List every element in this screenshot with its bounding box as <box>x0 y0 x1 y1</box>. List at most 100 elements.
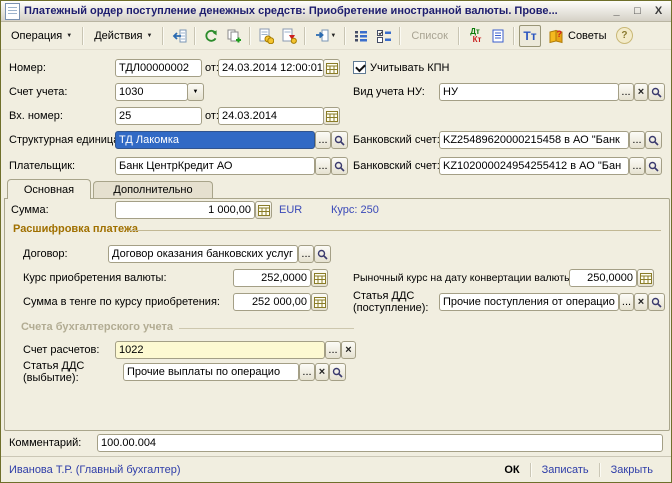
dds-out-label-line1: Статья ДДС <box>23 360 84 372</box>
number-date-label: от: <box>205 62 219 74</box>
journal-icon <box>490 28 506 44</box>
list-settings-button[interactable] <box>373 25 395 47</box>
dds-out-select-button[interactable]: ... <box>299 363 315 381</box>
incoming-date-field[interactable]: 24.03.2014 <box>218 107 324 125</box>
advice-button[interactable]: ? Советы <box>542 25 612 47</box>
posting-result-button[interactable]: ДтКт <box>464 25 486 47</box>
post-document-button[interactable] <box>255 25 277 47</box>
contract-open-button[interactable] <box>314 245 331 263</box>
ok-button[interactable]: ОК <box>494 464 529 476</box>
comment-label: Комментарий: <box>9 437 81 449</box>
purchase-rate-calc-button[interactable] <box>311 269 328 287</box>
rate-info-label: Курс: 250 <box>331 204 379 216</box>
structural-unit-field[interactable]: ТД Лакомка <box>115 131 315 149</box>
tenge-amount-field[interactable]: 252 000,00 <box>233 293 311 311</box>
tab-main[interactable]: Основная <box>7 179 91 199</box>
market-rate-field[interactable]: 250,0000 <box>569 269 637 287</box>
maximize-button[interactable]: □ <box>629 5 646 17</box>
tab-additional[interactable]: Дополнительно <box>93 181 213 198</box>
number-date-field[interactable]: 24.03.2014 12:00:01 <box>218 59 324 77</box>
current-user-label: Иванова Т.Р. (Главный бухгалтер) <box>9 464 494 476</box>
comment-field[interactable]: 100.00.004 <box>97 434 663 452</box>
unpost-document-button[interactable] <box>278 25 300 47</box>
bank-account2-select-button[interactable]: ... <box>629 157 645 175</box>
chevron-down-icon: ▼ <box>330 33 336 39</box>
structural-unit-open-button[interactable] <box>331 131 348 149</box>
account-dropdown-button[interactable]: ▼ <box>187 83 204 101</box>
structure-button[interactable] <box>350 25 372 47</box>
dds-out-label-line2: (выбытие): <box>23 372 79 384</box>
incoming-date-calendar-button[interactable] <box>323 107 340 125</box>
list-view-button[interactable]: Список <box>405 30 454 42</box>
dds-in-label-line1: Статья ДДС <box>353 290 414 302</box>
nu-kind-select-button[interactable]: ... <box>618 83 634 101</box>
actions-menu-button[interactable]: Действия ▼ <box>88 27 158 45</box>
tenge-amount-calc-button[interactable] <box>311 293 328 311</box>
amount-label: Сумма: <box>11 204 49 216</box>
accounting-accounts-header: Счета бухгалтерского учета <box>21 321 173 333</box>
purchase-rate-field[interactable]: 252,0000 <box>233 269 311 287</box>
calculator-icon <box>640 273 652 284</box>
bank-account2-label: Банковский счет: <box>353 160 440 172</box>
dds-in-field[interactable]: Прочие поступления от операцио <box>439 293 619 311</box>
output-icon <box>314 28 330 44</box>
amount-field[interactable]: 1 000,00 <box>115 201 255 219</box>
bank-account1-select-button[interactable]: ... <box>629 131 645 149</box>
bank-account2-field[interactable]: KZ102000024954255412 в АО "Бан <box>439 157 629 175</box>
payer-field[interactable]: Банк ЦентрКредит АО <box>115 157 315 175</box>
output-button[interactable]: ▼ <box>310 25 340 47</box>
bank-account1-open-button[interactable] <box>645 131 662 149</box>
unpost-document-icon <box>281 28 297 44</box>
save-document-button[interactable] <box>168 25 190 47</box>
nu-kind-open-button[interactable] <box>648 83 665 101</box>
structural-unit-label: Структурная единица: <box>9 134 122 146</box>
dds-in-select-button[interactable]: ... <box>619 293 634 311</box>
list-check-icon <box>376 28 392 44</box>
help-button[interactable]: ? <box>613 25 635 47</box>
dds-in-clear-button[interactable]: × <box>634 293 648 311</box>
kpn-checkbox[interactable] <box>353 61 366 74</box>
dds-out-open-button[interactable] <box>329 363 346 381</box>
advice-label: Советы <box>568 30 606 42</box>
account-label: Счет учета: <box>9 86 67 98</box>
minimize-button[interactable]: _ <box>608 5 625 17</box>
save-icon <box>171 28 187 44</box>
nu-kind-clear-button[interactable]: × <box>634 83 648 101</box>
toolbar-separator <box>344 27 346 45</box>
amount-calc-button[interactable] <box>255 201 272 219</box>
number-field[interactable]: ТДЛ00000002 <box>115 59 202 77</box>
close-form-button[interactable]: Закрыть <box>601 464 663 476</box>
bank-account2-open-button[interactable] <box>645 157 662 175</box>
calculator-icon <box>314 273 326 284</box>
structural-unit-select-button[interactable]: ... <box>315 131 331 149</box>
text-settings-icon: Тт <box>523 29 536 43</box>
journal-button[interactable] <box>487 25 509 47</box>
settlement-account-select-button[interactable]: ... <box>325 341 341 359</box>
write-button[interactable]: Записать <box>532 464 599 476</box>
nu-kind-field[interactable]: НУ <box>439 83 619 101</box>
incoming-number-field[interactable]: 25 <box>115 107 202 125</box>
account-combo-field[interactable]: 1030 <box>115 83 188 101</box>
description-toggle-button[interactable]: Тт <box>519 25 541 47</box>
settlement-account-field[interactable]: 1022 <box>115 341 325 359</box>
magnifier-icon <box>332 367 343 378</box>
dds-out-field[interactable]: Прочие выплаты по операцио <box>123 363 299 381</box>
refresh-button[interactable] <box>200 25 222 47</box>
market-rate-label: Рыночный курс на дату конвертации валюты… <box>353 272 575 284</box>
toolbar-separator <box>399 27 401 45</box>
close-button[interactable]: X <box>650 5 667 17</box>
contract-select-button[interactable]: ... <box>298 245 314 263</box>
toolbar: Операция ▼ Действия ▼ ▼ <box>1 22 671 50</box>
contract-field[interactable]: Договор оказания банковских услуг <box>108 245 298 263</box>
payer-open-button[interactable] <box>331 157 348 175</box>
dds-in-open-button[interactable] <box>648 293 665 311</box>
dds-out-clear-button[interactable]: × <box>315 363 329 381</box>
calendar-icon <box>326 111 338 122</box>
operation-menu-button[interactable]: Операция ▼ <box>5 27 78 45</box>
settlement-account-clear-button[interactable]: × <box>341 341 356 359</box>
bank-account1-field[interactable]: KZ25489620000215458 в АО "Банк <box>439 131 629 149</box>
market-rate-calc-button[interactable] <box>637 269 654 287</box>
number-date-calendar-button[interactable] <box>323 59 340 77</box>
payer-select-button[interactable]: ... <box>315 157 331 175</box>
copy-button[interactable] <box>223 25 245 47</box>
